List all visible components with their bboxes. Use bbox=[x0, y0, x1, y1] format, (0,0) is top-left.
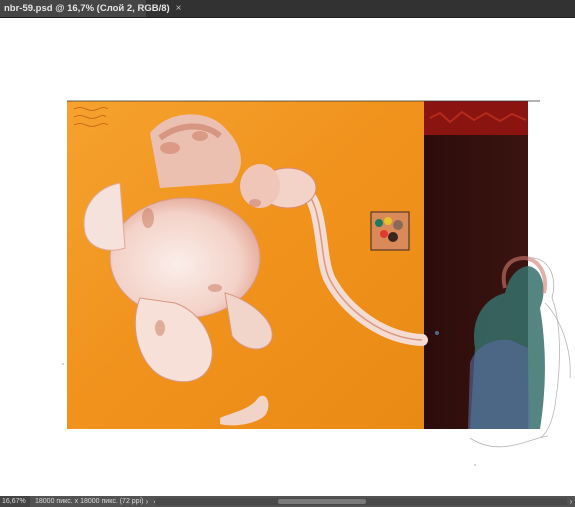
stray-mark bbox=[435, 331, 439, 335]
horizontal-scrollbar[interactable] bbox=[155, 498, 567, 505]
canvas-area[interactable] bbox=[0, 18, 575, 496]
expand-arrow-icon[interactable]: › bbox=[143, 497, 151, 506]
scroll-right-icon[interactable]: › bbox=[567, 496, 575, 507]
document-tab-bar: nbr-59.psd @ 16,7% (Слой 2, RGB/8) × bbox=[0, 0, 575, 18]
color-swatch-thumbnail bbox=[370, 211, 410, 251]
document-tab-title[interactable]: nbr-59.psd @ 16,7% (Слой 2, RGB/8) bbox=[4, 3, 170, 14]
artwork-canvas[interactable] bbox=[0, 18, 575, 496]
document-tab[interactable]: nbr-59.psd @ 16,7% (Слой 2, RGB/8) × bbox=[0, 0, 182, 17]
close-icon[interactable]: × bbox=[176, 3, 182, 14]
status-bar: 16,67% 18000 пикс. x 18000 пикс. (72 ppi… bbox=[0, 496, 575, 507]
document-info: 18000 пикс. x 18000 пикс. (72 ppi) bbox=[35, 498, 144, 505]
zoom-level[interactable]: 16,67% bbox=[0, 496, 30, 507]
horizontal-scrollbar-thumb[interactable] bbox=[278, 499, 366, 504]
